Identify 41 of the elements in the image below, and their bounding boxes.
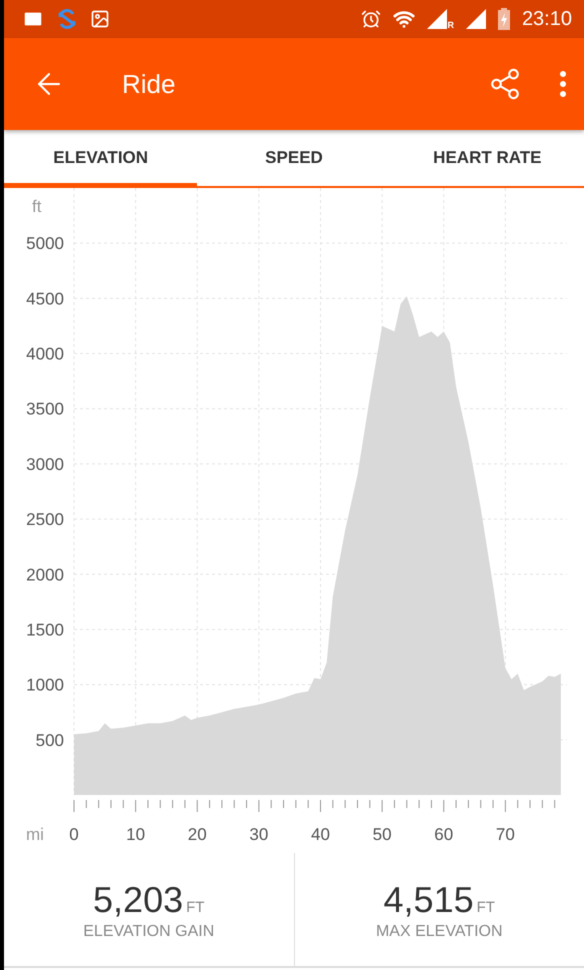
stat-value: 5,203 bbox=[93, 879, 184, 921]
x-axis-label: 40 bbox=[311, 825, 330, 844]
y-axis-label: 4500 bbox=[26, 289, 64, 308]
stat-unit: FT bbox=[476, 899, 495, 916]
y-axis-label: 4000 bbox=[26, 344, 64, 364]
x-axis-label: 10 bbox=[126, 825, 146, 844]
y-axis-label: 2000 bbox=[26, 565, 64, 584]
stat-unit: FT bbox=[186, 899, 204, 916]
chart-tab[interactable]: HEART RATE bbox=[390, 130, 584, 188]
share-icon bbox=[488, 67, 522, 101]
signal-icon bbox=[466, 9, 486, 29]
roaming-indicator: R bbox=[447, 20, 454, 30]
battery-charging-icon bbox=[498, 8, 510, 30]
sync-icon bbox=[56, 8, 78, 30]
x-axis-label: 20 bbox=[188, 825, 207, 844]
screen-title: Ride bbox=[122, 68, 176, 100]
y-axis-label: 1000 bbox=[26, 676, 64, 695]
x-axis-label: 50 bbox=[372, 825, 392, 844]
y-axis-label: 1500 bbox=[26, 620, 64, 640]
y-axis-label: 5000 bbox=[26, 234, 64, 254]
x-axis-unit: mi bbox=[26, 825, 44, 844]
chart-tab[interactable]: SPEED bbox=[197, 130, 391, 188]
y-axis-label: 2500 bbox=[26, 510, 64, 530]
stat-label: ELEVATION GAIN bbox=[83, 923, 214, 941]
x-axis-label: 30 bbox=[249, 825, 268, 844]
x-axis-label: 0 bbox=[69, 825, 79, 844]
chart-tab[interactable]: ELEVATION bbox=[4, 130, 198, 188]
y-axis-label: 500 bbox=[36, 730, 64, 750]
alarm-icon bbox=[361, 9, 382, 29]
signal-icon bbox=[427, 9, 448, 29]
x-axis-label: 70 bbox=[496, 825, 515, 844]
stat-label: MAX ELEVATION bbox=[376, 923, 503, 941]
y-axis-label: 3500 bbox=[26, 400, 64, 419]
image-icon bbox=[90, 9, 110, 29]
x-axis-label: 60 bbox=[434, 825, 454, 844]
wifi-icon bbox=[393, 8, 416, 30]
y-axis-unit: ft bbox=[32, 197, 42, 216]
more-icon bbox=[560, 71, 566, 97]
y-axis-label: 3000 bbox=[26, 454, 64, 474]
clock-time: 23:10 bbox=[522, 8, 572, 30]
stat-value: 4,515 bbox=[384, 879, 474, 921]
